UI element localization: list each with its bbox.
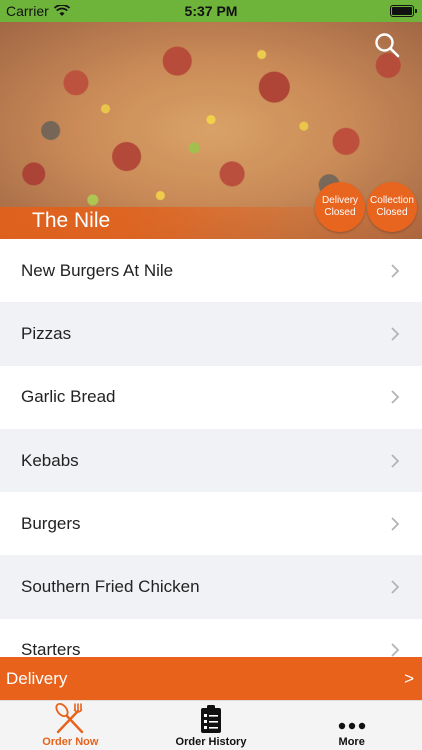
chevron-right-icon <box>391 264 400 278</box>
tab-more[interactable]: More <box>281 701 422 750</box>
chevron-right-icon <box>391 390 400 404</box>
battery-tip <box>415 9 417 13</box>
delivery-mode-label: Delivery <box>6 668 68 688</box>
tab-bar: Order Now Order History More <box>0 700 422 750</box>
delivery-status-badge: Delivery Closed <box>315 182 365 232</box>
tab-order-history[interactable]: Order History <box>141 701 282 750</box>
category-row-new-burgers[interactable]: New Burgers At Nile <box>0 239 422 302</box>
collection-badge-line1: Collection <box>370 195 414 206</box>
category-label: Kebabs <box>21 450 79 470</box>
restaurant-name: The Nile <box>32 209 111 232</box>
delivery-badge-line2: Closed <box>324 207 356 218</box>
fork-knife-icon <box>55 703 84 734</box>
category-list: New Burgers At Nile Pizzas Garlic Bread … <box>0 239 422 657</box>
hero-pizza-image: The Nile Delivery Closed Collection Clos… <box>0 22 422 239</box>
tab-order-now[interactable]: Order Now <box>0 701 141 750</box>
category-row-starters[interactable]: Starters <box>0 619 422 657</box>
battery-level <box>392 7 412 15</box>
tab-label: Order History <box>175 736 247 748</box>
category-label: Pizzas <box>21 323 72 343</box>
status-time: 5:37 PM <box>184 3 238 19</box>
collection-badge-line2: Closed <box>376 207 408 218</box>
search-icon[interactable] <box>374 32 400 58</box>
category-label: Southern Fried Chicken <box>21 577 200 597</box>
more-dots-icon <box>338 722 365 730</box>
category-label: Burgers <box>21 513 81 533</box>
delivery-badge-line1: Delivery <box>321 195 359 206</box>
chevron-right-icon <box>391 643 400 657</box>
category-label: New Burgers At Nile <box>21 260 174 280</box>
category-row-pizzas[interactable]: Pizzas <box>0 302 422 366</box>
chevron-right-icon <box>391 580 400 594</box>
category-row-garlic-bread[interactable]: Garlic Bread <box>0 366 422 429</box>
category-label: Starters <box>21 640 81 657</box>
chevron-right-icon <box>391 517 400 531</box>
clipboard-icon <box>201 705 221 733</box>
tab-label: More <box>338 736 365 748</box>
category-row-southern-fried-chicken[interactable]: Southern Fried Chicken <box>0 555 422 619</box>
collection-status-badge: Collection Closed <box>367 182 417 232</box>
category-row-kebabs[interactable]: Kebabs <box>0 428 422 493</box>
battery-icon <box>390 5 417 17</box>
chevron-right-icon <box>391 453 400 468</box>
delivery-mode-bar[interactable]: Delivery > <box>0 657 422 700</box>
category-row-burgers[interactable]: Burgers <box>0 492 422 555</box>
status-bar: Carrier 5:37 PM <box>0 0 422 22</box>
category-label: Garlic Bread <box>21 387 116 407</box>
delivery-mode-arrow: > <box>404 668 414 688</box>
chevron-right-icon <box>391 327 400 341</box>
tab-label: Order Now <box>42 736 99 748</box>
